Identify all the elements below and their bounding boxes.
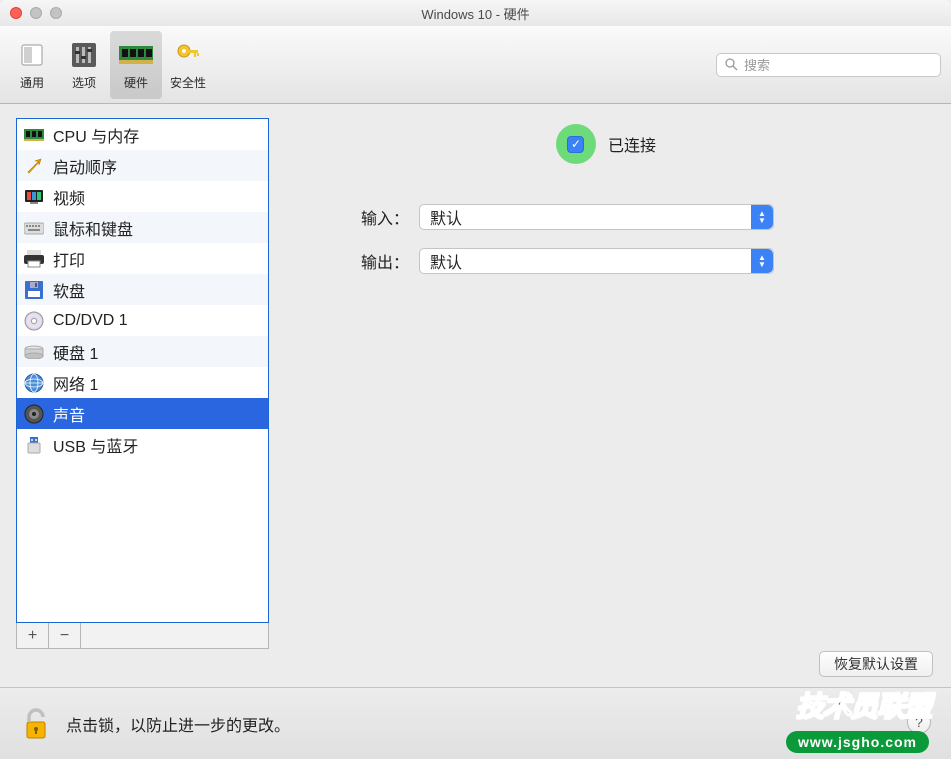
connected-label: 已连接 [608, 132, 656, 156]
lock-hint: 点击锁，以防止进一步的更改。 [66, 712, 290, 736]
output-select[interactable]: 默认 ▲▼ [419, 248, 774, 274]
dropdown-caret-icon: ▲▼ [751, 249, 773, 273]
sidebar: CPU 与内存 启动顺序 视频 鼠标和键盘 打印 [16, 118, 269, 687]
floppy-icon [23, 279, 45, 301]
sidebar-item-print[interactable]: 打印 [17, 243, 268, 274]
toolbar-label: 通用 [20, 74, 44, 91]
detail-pane: ✓ 已连接 输入： 默认 ▲▼ 输出： 默认 ▲▼ [269, 104, 951, 687]
key-icon [171, 38, 205, 72]
sidebar-item-floppy[interactable]: 软盘 [17, 274, 268, 305]
lock-icon[interactable] [18, 706, 54, 742]
video-icon [23, 186, 45, 208]
restore-defaults-button[interactable]: 恢复默认设置 [819, 651, 933, 677]
sidebar-item-label: 网络 1 [53, 371, 98, 395]
content: CPU 与内存 启动顺序 视频 鼠标和键盘 打印 [0, 104, 951, 687]
toolbar-hardware[interactable]: 硬件 [110, 31, 162, 99]
sidebar-item-cpu[interactable]: CPU 与内存 [17, 119, 268, 150]
ram-icon [119, 38, 153, 72]
sidebar-item-network[interactable]: 网络 1 [17, 367, 268, 398]
input-value: 默认 [430, 205, 462, 229]
toolbar-security[interactable]: 安全性 [162, 31, 214, 99]
input-select[interactable]: 默认 ▲▼ [419, 204, 774, 230]
sidebar-item-label: 声音 [53, 402, 85, 426]
toolbar-label: 安全性 [170, 74, 206, 91]
output-label: 输出： [339, 249, 409, 273]
sidebar-item-keyboard[interactable]: 鼠标和键盘 [17, 212, 268, 243]
sidebar-item-label: CD/DVD 1 [53, 312, 128, 330]
toolbar-label: 硬件 [124, 74, 148, 91]
sidebar-item-video[interactable]: 视频 [17, 181, 268, 212]
cpu-icon [23, 124, 45, 146]
remove-button[interactable]: − [49, 623, 81, 648]
sidebar-item-label: 鼠标和键盘 [53, 216, 133, 240]
sidebar-item-label: 软盘 [53, 278, 85, 302]
sidebar-item-label: USB 与蓝牙 [53, 433, 138, 457]
toolbar-options[interactable]: 选项 [58, 31, 110, 99]
connected-checkbox[interactable]: ✓ [567, 136, 584, 153]
sidebar-item-label: 打印 [53, 247, 85, 271]
sound-icon [23, 403, 45, 425]
watermark-url: www.jsgho.com [786, 731, 929, 753]
add-remove-bar: + − [16, 623, 269, 649]
sidebar-item-boot[interactable]: 启动顺序 [17, 150, 268, 181]
sidebar-item-sound[interactable]: 声音 [17, 398, 268, 429]
sidebar-item-usb[interactable]: USB 与蓝牙 [17, 429, 268, 460]
toggle-icon [15, 38, 49, 72]
sidebar-item-label: CPU 与内存 [53, 123, 139, 147]
dropdown-caret-icon: ▲▼ [751, 205, 773, 229]
hardware-list[interactable]: CPU 与内存 启动顺序 视频 鼠标和键盘 打印 [16, 118, 269, 623]
sidebar-item-hdd[interactable]: 硬盘 1 [17, 336, 268, 367]
sliders-icon [67, 38, 101, 72]
add-button[interactable]: + [17, 623, 49, 648]
input-label: 输入： [339, 205, 409, 229]
output-value: 默认 [430, 249, 462, 273]
sidebar-item-label: 视频 [53, 185, 85, 209]
toolbar-general[interactable]: 通用 [6, 31, 58, 99]
status-circle-icon: ✓ [556, 124, 596, 164]
watermark-logo: 技术员联盟 [796, 685, 931, 725]
titlebar: Windows 10 - 硬件 [0, 0, 951, 26]
hdd-icon [23, 341, 45, 363]
sound-form: 输入： 默认 ▲▼ 输出： 默认 ▲▼ [269, 204, 933, 274]
search-input[interactable]: 搜索 [716, 53, 941, 77]
connected-indicator: ✓ 已连接 [546, 124, 656, 164]
usb-icon [23, 434, 45, 456]
search-icon [725, 58, 738, 71]
window-title: Windows 10 - 硬件 [0, 4, 951, 23]
sidebar-item-optical[interactable]: CD/DVD 1 [17, 305, 268, 336]
sidebar-item-label: 硬盘 1 [53, 340, 98, 364]
toolbar-label: 选项 [72, 74, 96, 91]
printer-icon [23, 248, 45, 270]
settings-window: Windows 10 - 硬件 通用 选项 硬件 安全性 [0, 0, 951, 759]
sidebar-item-label: 启动顺序 [53, 154, 117, 178]
boot-icon [23, 155, 45, 177]
search-placeholder: 搜索 [744, 55, 770, 74]
keyboard-icon [23, 217, 45, 239]
optical-icon [23, 310, 45, 332]
network-icon [23, 372, 45, 394]
toolbar: 通用 选项 硬件 安全性 搜索 [0, 26, 951, 104]
